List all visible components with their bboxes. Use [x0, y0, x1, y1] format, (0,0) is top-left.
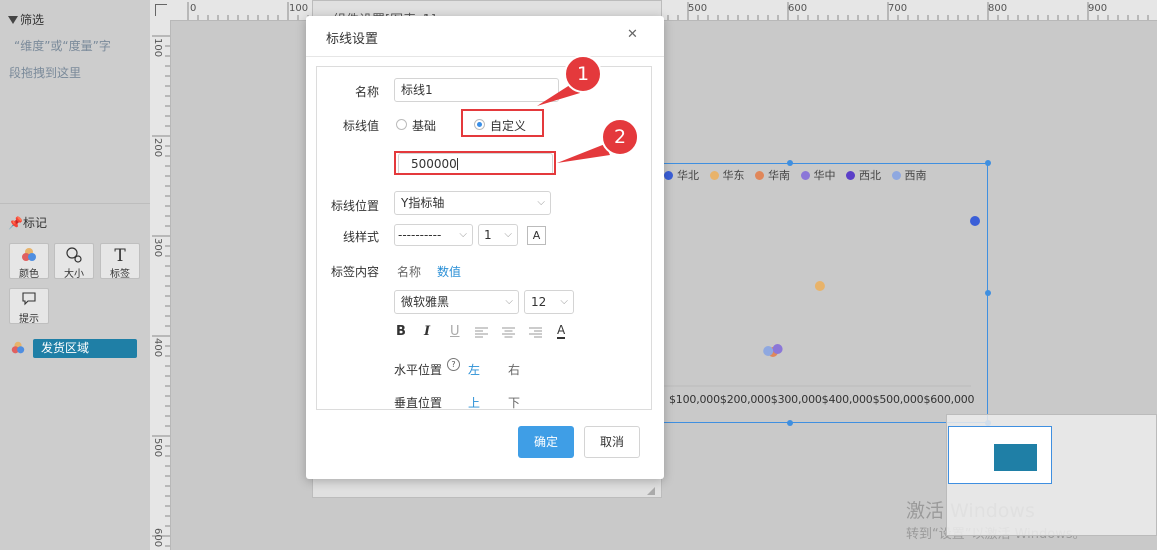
callout-1-badge: 1	[564, 55, 602, 93]
callout-2-badge: 2	[601, 118, 639, 156]
callout-2-arrow	[557, 144, 610, 163]
